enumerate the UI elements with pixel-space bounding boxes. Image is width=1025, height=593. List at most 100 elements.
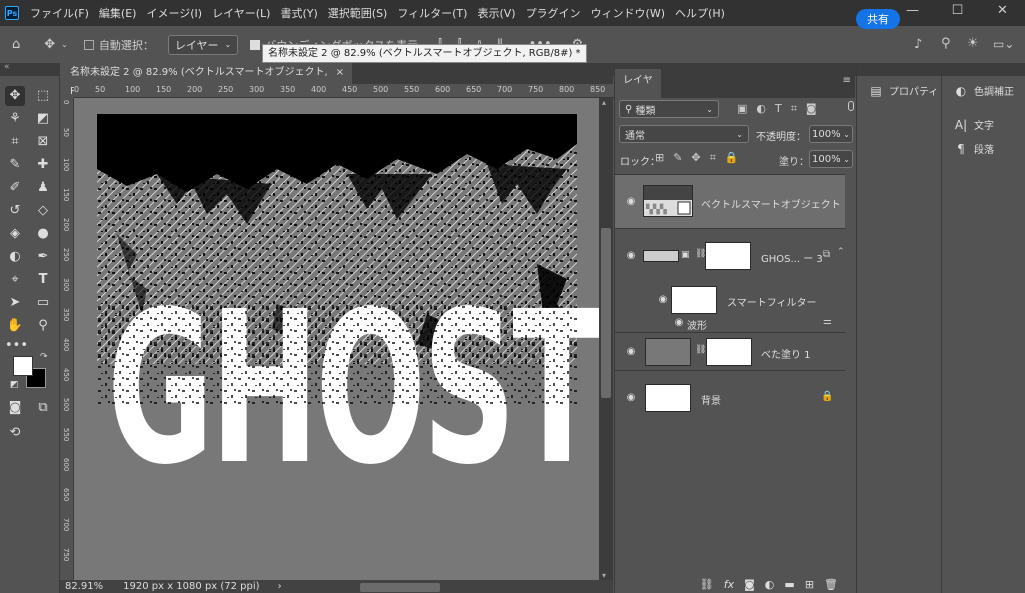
- paint-bucket-tool-icon[interactable]: ◈: [5, 224, 25, 244]
- lock-icons[interactable]: ⊞✎✥⌗🔒: [655, 151, 748, 165]
- layer-name[interactable]: ベクトルスマートオブジェクト: [701, 196, 841, 211]
- frame-tool-icon[interactable]: ⊠: [33, 132, 53, 152]
- new-layer-icon[interactable]: ⊞: [805, 578, 814, 591]
- bbox-checkbox[interactable]: [250, 39, 261, 50]
- filter-wave-row[interactable]: ◉ 波形 ⚌: [615, 316, 845, 332]
- generative-icon[interactable]: ⟲: [5, 423, 25, 443]
- horizontal-scroll-thumb[interactable]: [360, 583, 440, 592]
- link-layers-icon[interactable]: ⛓: [700, 578, 714, 591]
- menu-select[interactable]: 選択範囲(S): [323, 5, 393, 21]
- panel-menu-icon[interactable]: ≡: [843, 75, 851, 86]
- filter-name[interactable]: 波形: [687, 317, 707, 332]
- move-tool-icon[interactable]: ✥: [5, 86, 25, 106]
- paragraph-button[interactable]: ¶ 段落: [954, 141, 994, 157]
- adjustment-layer-icon[interactable]: ◐: [765, 578, 775, 591]
- crop-tool-icon[interactable]: ⌗: [5, 132, 25, 152]
- layer-name[interactable]: べた塗り 1: [761, 346, 811, 361]
- scroll-up-icon[interactable]: ▴: [602, 98, 606, 107]
- layer-row-vector-smart-object[interactable]: ◉ ▚▚▚ ベクトルスマートオブジェクト: [615, 174, 845, 228]
- properties-button[interactable]: ▤ プロパティ: [869, 83, 938, 99]
- type-tool-icon[interactable]: T: [33, 270, 53, 290]
- history-brush-tool-icon[interactable]: ↺: [5, 201, 25, 221]
- object-select-tool-icon[interactable]: ◩: [33, 109, 53, 129]
- visibility-eye-icon[interactable]: ◉: [657, 295, 669, 305]
- filter-blend-options-icon[interactable]: ⚌: [823, 316, 832, 327]
- fill-field[interactable]: 100% ⌄: [809, 150, 853, 168]
- menu-view[interactable]: 表示(V): [472, 5, 520, 21]
- quick-select-tool-icon[interactable]: ⚘: [5, 109, 25, 129]
- scroll-down-icon[interactable]: ▾: [602, 571, 606, 580]
- zoom-level[interactable]: 82.91%: [65, 581, 103, 592]
- layer-row-solid-fill[interactable]: ◉ ⛓ べた塗り 1: [615, 332, 845, 370]
- menu-file[interactable]: ファイル(F): [25, 5, 94, 21]
- smart-filter-mask-thumbnail[interactable]: [671, 286, 717, 314]
- layer-name[interactable]: 背景: [701, 392, 721, 407]
- smart-filter-label[interactable]: スマートフィルター: [727, 294, 817, 309]
- screen-mode-icon[interactable]: ⧉: [33, 398, 53, 418]
- smart-filter-row[interactable]: ◉ スマートフィルター: [615, 284, 845, 320]
- share-button[interactable]: 共有: [856, 9, 900, 29]
- layer-row-background[interactable]: ◉ 背景 🔒: [615, 370, 845, 424]
- menu-type[interactable]: 書式(Y): [275, 5, 322, 21]
- notifications-bell-icon[interactable]: ♪: [914, 37, 922, 52]
- status-menu-arrow-icon[interactable]: ›: [278, 581, 282, 592]
- foreground-color-swatch[interactable]: [13, 356, 33, 376]
- dodge-tool-icon[interactable]: ◐: [5, 247, 25, 267]
- default-colors-icon[interactable]: ◩: [10, 380, 19, 390]
- eyedropper-tool-icon[interactable]: ✎: [5, 155, 25, 175]
- blur-tool-icon[interactable]: ●: [33, 224, 53, 244]
- workspace-icon[interactable]: ▭⌄: [993, 37, 1014, 51]
- document-canvas[interactable]: GHOSTS: [97, 114, 599, 570]
- layer-mask-thumbnail[interactable]: [705, 242, 751, 270]
- vertical-scroll-thumb[interactable]: [601, 228, 611, 398]
- menu-plugins[interactable]: プラグイン: [521, 5, 586, 21]
- maximize-icon[interactable]: ☐: [935, 0, 980, 26]
- close-document-icon[interactable]: ×: [336, 63, 344, 82]
- marquee-tool-icon[interactable]: ⬚: [33, 86, 53, 106]
- edit-toolbar-icon[interactable]: •••: [5, 336, 28, 356]
- layer-name[interactable]: GHOS... ー 3: [761, 250, 823, 265]
- quick-mask-icon[interactable]: ◙: [5, 398, 25, 418]
- vertical-scrollbar[interactable]: ▴ ▾: [599, 98, 613, 580]
- layer-mask-thumbnail[interactable]: [706, 338, 752, 366]
- menu-image[interactable]: イメージ(I): [141, 5, 207, 21]
- search-icon[interactable]: ⚲: [941, 36, 951, 51]
- menu-help[interactable]: ヘルプ(H): [670, 5, 730, 21]
- stamp-tool-icon[interactable]: ♟: [33, 178, 53, 198]
- layer-filter-icons[interactable]: ▣◐T⌗◙: [737, 102, 826, 116]
- swap-colors-icon[interactable]: ↷: [40, 352, 48, 362]
- blend-mode-dropdown[interactable]: 通常 ⌄: [619, 125, 749, 143]
- layer-row-ghosts-text[interactable]: ◉ ▣ ⛓ GHOS... ー 3 ⧉ ⌃: [615, 228, 845, 284]
- layer-filter-dropdown[interactable]: ⚲ 種類 ⌄: [619, 100, 719, 118]
- auto-select-target-dropdown[interactable]: レイヤー ⌄: [167, 34, 239, 55]
- delete-layer-icon[interactable]: 🗑: [824, 578, 838, 591]
- adjustments-button[interactable]: ◐ 色調補正: [954, 83, 1014, 99]
- pen-tool-icon-2[interactable]: ⌖: [5, 270, 25, 290]
- add-mask-icon[interactable]: ◙: [744, 578, 755, 591]
- document-tab[interactable]: 名称未設定 2 @ 82.9% (ベクトルスマートオブジェクト, RGB/8#)…: [60, 63, 352, 97]
- visibility-eye-icon[interactable]: ◉: [625, 347, 637, 357]
- opacity-field[interactable]: 100% ⌄: [809, 125, 853, 143]
- collapse-toolbar-icon[interactable]: «: [4, 62, 10, 72]
- menu-window[interactable]: ウィンドウ(W): [586, 5, 670, 21]
- close-window-icon[interactable]: ✕: [980, 0, 1025, 26]
- visibility-eye-icon[interactable]: ◉: [625, 393, 637, 403]
- healing-brush-tool-icon[interactable]: ✚: [33, 155, 53, 175]
- filter-toggle-icon[interactable]: [848, 101, 854, 111]
- layers-tab[interactable]: レイヤー: [615, 69, 661, 109]
- discover-lightbulb-icon[interactable]: ☀: [967, 36, 979, 51]
- menu-filter[interactable]: フィルター(T): [392, 5, 472, 21]
- auto-select-option[interactable]: 自動選択：: [83, 37, 154, 53]
- move-tool-preset-icon[interactable]: ✥ ⌄: [44, 37, 68, 52]
- menu-edit[interactable]: 編集(E): [94, 5, 142, 21]
- character-button[interactable]: A| 文字: [954, 117, 994, 133]
- brush-tool-icon[interactable]: ✐: [5, 178, 25, 198]
- canvas-area[interactable]: GHOSTS: [74, 98, 599, 580]
- visibility-eye-icon[interactable]: ◉: [625, 251, 637, 261]
- eraser-tool-icon[interactable]: ◇: [33, 201, 53, 221]
- auto-select-checkbox[interactable]: [83, 39, 94, 50]
- menu-layer[interactable]: レイヤー(L): [207, 5, 275, 21]
- rectangle-tool-icon[interactable]: ▭: [33, 293, 53, 313]
- new-group-icon[interactable]: ▬: [784, 578, 794, 591]
- zoom-tool-icon[interactable]: ⚲: [33, 316, 53, 336]
